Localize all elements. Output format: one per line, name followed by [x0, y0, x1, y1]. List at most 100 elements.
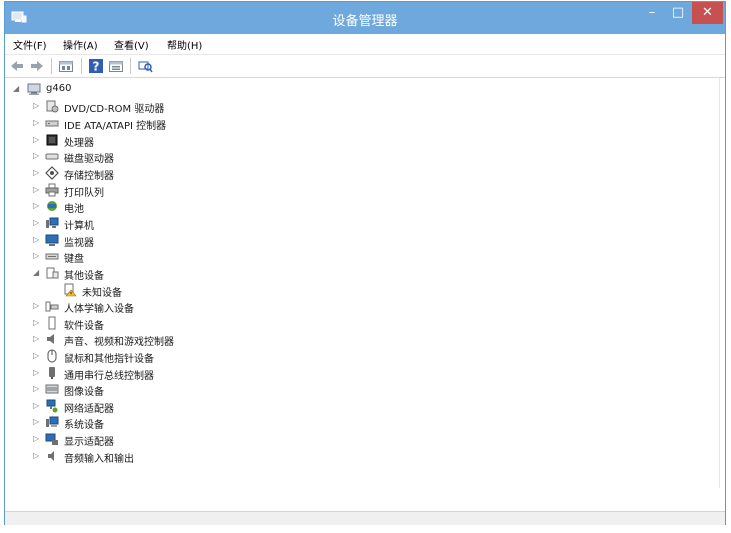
tree-item-label: 软件设备 — [64, 321, 104, 332]
tree-item-dvd-cdrom[interactable]: ▷ DVD/CD-ROM 驱动器 — [33, 99, 233, 115]
collapsed-arrow-icon[interactable]: ▷ — [33, 368, 39, 377]
collapsed-arrow-icon[interactable]: ▷ — [33, 101, 39, 110]
tree-item-mice[interactable]: ▷ 鼠标和其他指针设备 — [33, 349, 233, 365]
tree-item-label: 打印队列 — [64, 188, 104, 199]
collapsed-arrow-icon[interactable]: ▷ — [33, 301, 39, 310]
monitor-icon — [45, 234, 59, 246]
collapsed-arrow-icon[interactable]: ▷ — [33, 434, 39, 443]
collapsed-arrow-icon[interactable]: ▷ — [33, 384, 39, 393]
tree-item-label: IDE ATA/ATAPI 控制器 — [64, 121, 167, 132]
collapsed-arrow-icon[interactable]: ▷ — [33, 151, 39, 160]
tree-item-software-devices[interactable]: ▷ 软件设备 — [33, 316, 233, 332]
tree-item-unknown-device[interactable]: 未知设备 — [51, 283, 251, 299]
collapsed-arrow-icon[interactable]: ▷ — [33, 318, 39, 327]
tree-item-label: 系统设备 — [64, 420, 104, 431]
toolbar-separator — [130, 58, 131, 74]
tree-item-hid[interactable]: ▷ 人体学输入设备 — [33, 299, 233, 315]
collapsed-arrow-icon[interactable]: ▷ — [33, 218, 39, 227]
computer-icon — [27, 83, 41, 95]
menu-bar: 文件(F) 操作(A) 查看(V) 帮助(H) — [5, 34, 725, 55]
tree-item-network-adapters[interactable]: ▷ 网络适配器 — [33, 399, 233, 415]
collapsed-arrow-icon[interactable]: ▷ — [33, 351, 39, 360]
forward-arrow-icon[interactable] — [29, 58, 45, 74]
tree-item-print-queues[interactable]: ▷ 打印队列 — [33, 183, 233, 199]
collapsed-arrow-icon[interactable]: ▷ — [33, 334, 39, 343]
collapsed-arrow-icon[interactable]: ▷ — [33, 251, 39, 260]
menu-action[interactable]: 操作(A) — [63, 37, 98, 52]
show-hidden-icon[interactable] — [108, 58, 124, 74]
tree-scroll-edge — [719, 78, 720, 488]
collapsed-arrow-icon[interactable]: ▷ — [33, 235, 39, 244]
tree-root[interactable]: ◢ g460 — [13, 82, 133, 98]
tree-item-label: 鼠标和其他指针设备 — [64, 354, 154, 365]
tree-item-label: DVD/CD-ROM 驱动器 — [64, 104, 165, 115]
audio-io-icon — [48, 451, 54, 461]
tree-item-label: 处理器 — [64, 138, 94, 149]
usb-icon — [49, 367, 55, 379]
collapsed-arrow-icon[interactable]: ▷ — [33, 135, 39, 144]
other-devices-icon — [46, 267, 59, 279]
unknown-device-warning-icon — [64, 283, 77, 297]
collapsed-arrow-icon[interactable]: ▷ — [33, 118, 39, 127]
toolbar-separator — [81, 58, 82, 74]
scan-hardware-icon[interactable] — [137, 58, 153, 74]
tree-item-imaging-devices[interactable]: ▷ 图像设备 — [33, 382, 233, 398]
device-manager-window: 设备管理器 – □ ✕ 文件(F) 操作(A) 查看(V) 帮助(H) ? ◢ … — [4, 1, 726, 525]
tree-item-label: 计算机 — [64, 221, 94, 232]
properties-window-icon[interactable] — [58, 58, 74, 74]
tree-item-storage-controllers[interactable]: ▷ 存储控制器 — [33, 166, 233, 182]
minimize-button[interactable]: – — [639, 2, 665, 24]
menu-help[interactable]: 帮助(H) — [167, 37, 202, 52]
menu-file[interactable]: 文件(F) — [13, 37, 47, 52]
tree-item-processor[interactable]: ▷ 处理器 — [33, 133, 233, 149]
ide-controller-icon — [45, 120, 59, 127]
svg-text:?: ? — [93, 60, 100, 74]
collapsed-arrow-icon[interactable]: ▷ — [33, 417, 39, 426]
collapsed-arrow-icon[interactable]: ▷ — [33, 401, 39, 410]
tree-item-other-devices[interactable]: ◢ 其他设备 — [33, 266, 233, 282]
menu-view[interactable]: 查看(V) — [114, 37, 149, 52]
tree-item-ide-ata[interactable]: ▷ IDE ATA/ATAPI 控制器 — [33, 116, 233, 132]
close-button[interactable]: ✕ — [692, 2, 723, 24]
title-bar[interactable]: 设备管理器 – □ ✕ — [5, 2, 725, 34]
expanded-arrow-icon[interactable]: ◢ — [13, 84, 19, 93]
collapsed-arrow-icon[interactable]: ▷ — [33, 168, 39, 177]
tree-item-disk-drives[interactable]: ▷ 磁盘驱动器 — [33, 149, 233, 165]
tree-item-usb[interactable]: ▷ 通用串行总线控制器 — [33, 366, 233, 382]
tree-item-label: 电池 — [64, 204, 84, 215]
tree-root-label: g460 — [46, 83, 72, 94]
maximize-button[interactable]: □ — [665, 2, 691, 24]
tree-item-display-adapters[interactable]: ▷ 显示适配器 — [33, 432, 233, 448]
tree-item-monitors[interactable]: ▷ 监视器 — [33, 233, 233, 249]
toolbar: ? — [5, 55, 725, 78]
tree-item-label: 通用串行总线控制器 — [64, 371, 154, 382]
tree-item-label: 键盘 — [64, 254, 84, 265]
software-device-icon — [48, 316, 56, 330]
expanded-arrow-icon[interactable]: ◢ — [33, 268, 39, 277]
back-arrow-icon[interactable] — [9, 58, 25, 74]
storage-controller-icon — [45, 166, 59, 180]
tree-item-battery[interactable]: ▷ 电池 — [33, 199, 233, 215]
processor-icon — [46, 134, 58, 146]
imaging-device-icon — [45, 384, 59, 394]
battery-icon — [47, 201, 57, 211]
tree-item-keyboards[interactable]: ▷ 键盘 — [33, 249, 233, 265]
status-bar — [5, 511, 725, 525]
tree-item-sound[interactable]: ▷ 声音、视频和游戏控制器 — [33, 332, 233, 348]
tree-item-label: 声音、视频和游戏控制器 — [64, 337, 174, 348]
tree-item-audio-io[interactable]: ▷ 音频输入和输出 — [33, 449, 233, 465]
display-adapter-icon — [45, 433, 58, 445]
help-icon[interactable]: ? — [88, 58, 104, 74]
mouse-icon — [47, 349, 57, 363]
tree-item-computer[interactable]: ▷ 计算机 — [33, 216, 233, 232]
collapsed-arrow-icon[interactable]: ▷ — [33, 201, 39, 210]
tree-item-label: 未知设备 — [82, 288, 122, 299]
tree-item-label: 网络适配器 — [64, 404, 114, 415]
tree-item-label: 图像设备 — [64, 387, 104, 398]
collapsed-arrow-icon[interactable]: ▷ — [33, 451, 39, 460]
collapsed-arrow-icon[interactable]: ▷ — [33, 185, 39, 194]
tree-item-label: 音频输入和输出 — [64, 454, 134, 465]
tree-item-system-devices[interactable]: ▷ 系统设备 — [33, 415, 233, 431]
device-tree: ◢ g460 ▷ DVD/CD-ROM 驱动器 ▷ IDE ATA/ATAPI … — [5, 78, 725, 510]
tree-item-label: 存储控制器 — [64, 171, 114, 182]
